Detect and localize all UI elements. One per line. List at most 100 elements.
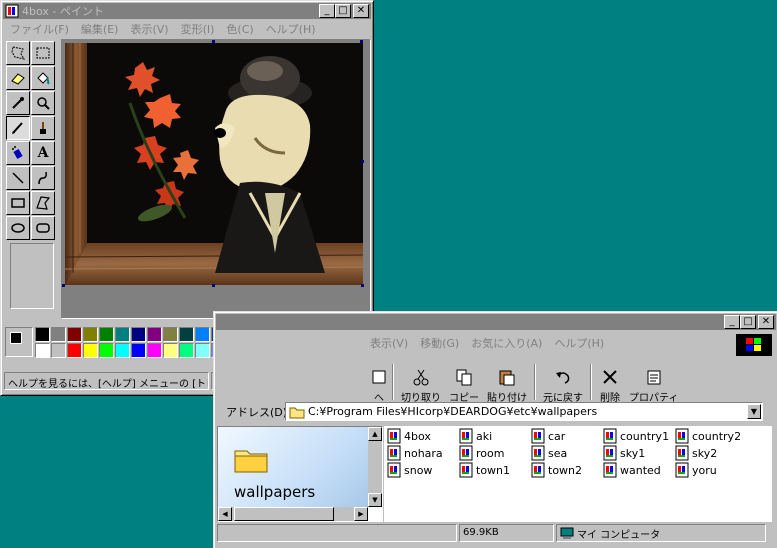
color-swatch[interactable] [195,327,210,342]
resize-handle-bottom-right[interactable] [361,284,364,287]
file-item[interactable]: sky1 [602,445,645,461]
maximize-button[interactable]: □ [335,4,351,18]
resize-handle-bottom[interactable] [212,284,215,287]
file-item[interactable]: town1 [458,462,510,478]
rounded-rect-tool[interactable] [31,216,55,240]
pencil-tool[interactable] [6,116,30,140]
color-swatch[interactable] [51,343,66,358]
menu-go[interactable]: 移動(G) [414,335,465,351]
explorer-minimize-button[interactable]: _ [724,315,740,329]
delete-button[interactable]: 削除 [595,360,625,404]
color-swatch[interactable] [115,327,130,342]
close-button[interactable]: ✕ [353,4,369,18]
menu-file[interactable]: ファイル(F) [4,21,75,37]
menu-image[interactable]: 変形(I) [175,21,221,37]
color-swatch[interactable] [147,327,162,342]
curve-tool[interactable] [31,166,55,190]
eraser-tool[interactable] [6,66,30,90]
menu-view[interactable]: 表示(V) [124,21,174,37]
back-button[interactable]: へ [369,360,389,404]
color-swatch[interactable] [131,327,146,342]
file-item[interactable]: room [458,445,504,461]
resize-handle-right[interactable] [361,160,364,163]
file-item[interactable]: nohara [386,445,443,461]
airbrush-tool[interactable] [6,141,30,165]
scroll-right-button[interactable]: ▶ [354,507,368,521]
address-dropdown-button[interactable]: ▼ [747,404,761,419]
drawing-canvas[interactable] [65,43,363,285]
file-item[interactable]: aki [458,428,492,444]
file-item[interactable]: 4box [386,428,431,444]
explorer-window[interactable]: _ □ ✕ 表示(V) 移動(G) お気に入り(A) ヘルプ(H) へ 切り取り… [213,311,777,548]
color-swatch[interactable] [51,327,66,342]
undo-button[interactable]: 元に戻す [539,360,587,404]
file-list[interactable]: 4box aki car country1 country2 nohara room sea s… [384,426,772,522]
color-swatch[interactable] [35,327,50,342]
scroll-down-button[interactable]: ▼ [368,493,382,507]
explorer-maximize-button[interactable]: □ [740,315,756,329]
webview-vscroll[interactable]: ▲ ▼ [368,427,382,507]
color-swatch[interactable] [131,343,146,358]
file-item[interactable]: country2 [674,428,741,444]
color-swatch[interactable] [179,327,194,342]
scroll-up-button[interactable]: ▲ [368,427,382,441]
resize-handle-bottom-left[interactable] [62,284,65,287]
explorer-title-bar[interactable]: _ □ ✕ [216,314,776,330]
fill-tool[interactable] [31,66,55,90]
minimize-button[interactable]: _ [319,4,335,18]
color-swatch[interactable] [163,327,178,342]
file-item[interactable]: town2 [530,462,582,478]
paint-title-bar[interactable]: 4box - ペイント _ □ ✕ [3,3,371,19]
file-item[interactable]: car [530,428,565,444]
color-swatch[interactable] [83,327,98,342]
webview-hscroll[interactable]: ◀ ▶ [218,507,368,521]
color-swatch[interactable] [67,327,82,342]
address-field[interactable]: C:¥Program Files¥HIcorp¥DEARDOG¥etc¥wall… [285,402,763,421]
line-tool[interactable] [6,166,30,190]
color-swatch[interactable] [99,343,114,358]
color-swatch[interactable] [195,343,210,358]
tool-options-panel[interactable] [10,243,54,309]
file-item[interactable]: country1 [602,428,669,444]
foreground-color[interactable] [10,332,22,344]
text-tool[interactable]: A [31,141,55,165]
ellipse-tool[interactable] [6,216,30,240]
file-item[interactable]: sky2 [674,445,717,461]
menu-edit[interactable]: 編集(E) [75,21,125,37]
file-item[interactable]: yoru [674,462,717,478]
menu-view[interactable]: 表示(V) [364,335,414,351]
color-swatch[interactable] [179,343,194,358]
cut-button[interactable]: 切り取り [397,360,445,404]
magnifier-tool[interactable] [31,91,55,115]
menu-colors[interactable]: 色(C) [220,21,259,37]
resize-handle-top-right[interactable] [360,40,363,43]
properties-button[interactable]: プロパティ [625,360,682,404]
menu-favorites[interactable]: お気に入り(A) [465,335,548,351]
free-select-tool[interactable] [6,41,30,65]
color-swatch[interactable] [67,343,82,358]
color-swatch[interactable] [163,343,178,358]
polygon-tool[interactable] [31,191,55,215]
color-picker-tool[interactable] [6,91,30,115]
paste-button[interactable]: 貼り付け [483,360,531,404]
color-swatch[interactable] [83,343,98,358]
menu-help[interactable]: ヘルプ(H) [260,21,322,37]
copy-button[interactable]: コピー [445,360,483,404]
menu-help[interactable]: ヘルプ(H) [548,335,610,351]
rect-select-tool[interactable] [31,41,55,65]
color-swatch[interactable] [35,343,50,358]
file-item[interactable]: wanted [602,462,661,478]
canvas-area[interactable] [61,39,371,319]
current-colors[interactable] [5,327,33,357]
scroll-thumb[interactable] [234,507,334,521]
file-item[interactable]: sea [530,445,567,461]
color-swatch[interactable] [115,343,130,358]
explorer-close-button[interactable]: ✕ [758,315,774,329]
scroll-left-button[interactable]: ◀ [218,507,232,521]
resize-handle-top[interactable] [212,40,215,43]
rectangle-tool[interactable] [6,191,30,215]
brush-tool[interactable] [31,116,55,140]
color-swatch[interactable] [147,343,162,358]
file-item[interactable]: snow [386,462,432,478]
color-swatch[interactable] [99,327,114,342]
